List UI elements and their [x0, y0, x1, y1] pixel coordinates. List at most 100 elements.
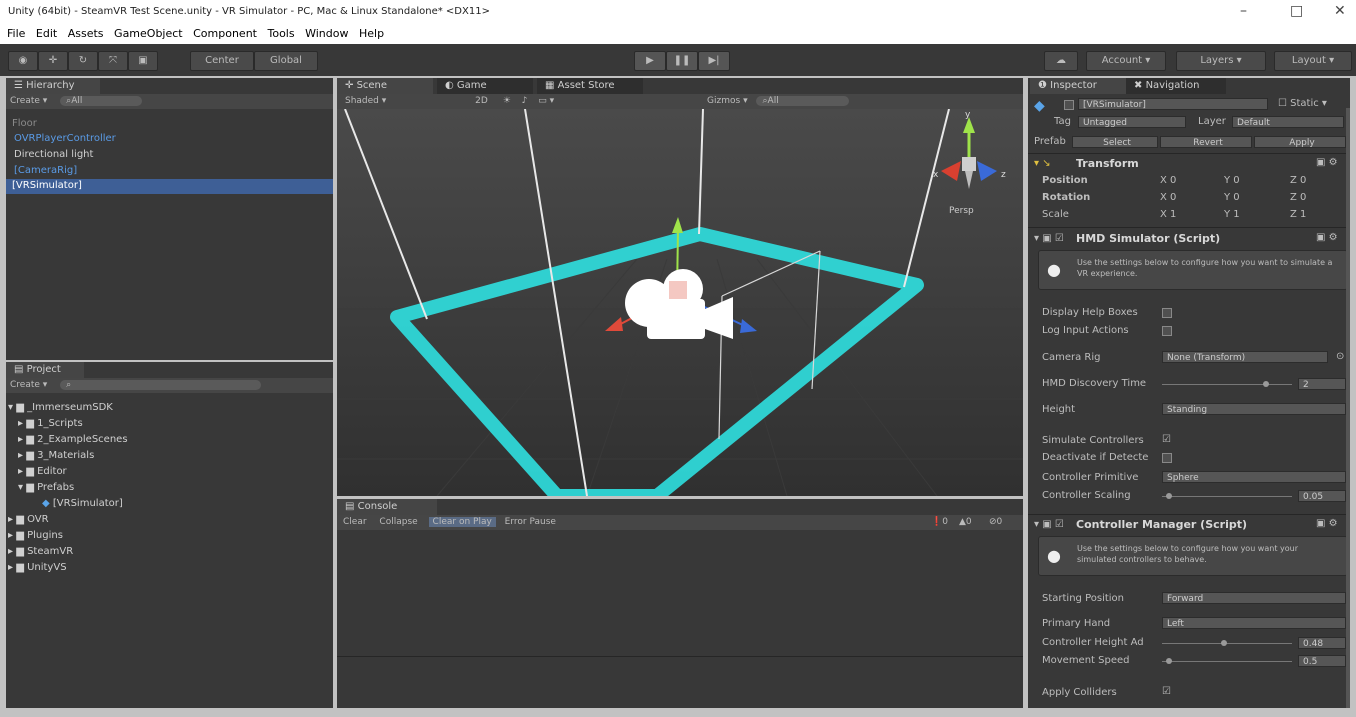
project-folder-editor[interactable]: ▸ ▆ Editor: [18, 466, 67, 477]
tab-asset-store[interactable]: ▦ Asset Store: [537, 78, 643, 94]
move-tool-icon[interactable]: ✛: [38, 51, 68, 71]
hierarchy-item-directional-light[interactable]: Directional light: [14, 149, 93, 160]
hierarchy-item-camerarig[interactable]: [CameraRig]: [14, 165, 77, 176]
scale-x[interactable]: X 1: [1160, 209, 1176, 220]
console-clear-on-play-button[interactable]: Clear on Play: [428, 517, 496, 527]
primary-hand-dropdown[interactable]: Left: [1162, 617, 1346, 629]
audio-toggle-icon[interactable]: ♪: [522, 96, 528, 106]
project-prefab-vrsimulator[interactable]: ◆ [VRSimulator]: [42, 498, 123, 509]
menu-component[interactable]: Component: [193, 27, 257, 40]
pivot-center-button[interactable]: Center: [190, 51, 254, 71]
controller-manager-title[interactable]: Controller Manager (Script): [1076, 518, 1247, 531]
movement-speed-value[interactable]: 0.5: [1298, 655, 1346, 667]
tag-dropdown[interactable]: Untagged: [1078, 116, 1186, 128]
account-dropdown[interactable]: Account ▾: [1086, 51, 1166, 71]
controller-height-slider[interactable]: [1162, 643, 1292, 644]
transform-title[interactable]: Transform: [1076, 157, 1139, 170]
scale-y[interactable]: Y 1: [1224, 209, 1240, 220]
pivot-global-button[interactable]: Global: [254, 51, 318, 71]
hierarchy-create-button[interactable]: Create ▾: [10, 96, 47, 106]
menu-gameobject[interactable]: GameObject: [114, 27, 183, 40]
shading-dropdown[interactable]: Shaded ▾: [345, 96, 386, 106]
console-error-count[interactable]: ⊘0: [989, 515, 1002, 530]
apply-colliders-checkbox[interactable]: ☑: [1162, 686, 1171, 697]
lighting-toggle-icon[interactable]: ☀: [503, 96, 511, 106]
project-folder-steamvr[interactable]: ▸ ▆ SteamVR: [8, 546, 73, 557]
rotation-z[interactable]: Z 0: [1290, 192, 1306, 203]
inspector-scrollbar[interactable]: [1346, 108, 1350, 708]
log-input-checkbox[interactable]: [1162, 326, 1172, 336]
transform-settings-icon[interactable]: ▣ ⚙: [1316, 157, 1338, 168]
close-icon[interactable]: ✕: [1334, 3, 1346, 19]
project-folder-immerseumsdk[interactable]: ▾ ▆ _ImmerseumSDK: [8, 402, 113, 413]
layout-dropdown[interactable]: Layout ▾: [1274, 51, 1352, 71]
pause-icon[interactable]: ❚❚: [666, 51, 698, 71]
deactivate-checkbox[interactable]: [1162, 453, 1172, 463]
controller-height-knob[interactable]: [1221, 640, 1228, 646]
rotate-tool-icon[interactable]: ↻: [68, 51, 98, 71]
effects-dropdown-icon[interactable]: ▭ ▾: [538, 96, 554, 106]
project-folder-examplescenes[interactable]: ▸ ▆ 2_ExampleScenes: [18, 434, 128, 445]
tab-hierarchy[interactable]: ☰ Hierarchy: [6, 78, 100, 94]
prefab-revert-button[interactable]: Revert: [1160, 136, 1252, 148]
prefab-apply-button[interactable]: Apply: [1254, 136, 1346, 148]
console-collapse-button[interactable]: Collapse: [379, 517, 417, 527]
controller-scaling-slider[interactable]: [1162, 496, 1292, 497]
project-search-input[interactable]: ⌕: [60, 380, 262, 390]
hierarchy-selection-row[interactable]: [VRSimulator]: [6, 179, 333, 194]
project-folder-prefabs[interactable]: ▾ ▆ Prefabs: [18, 482, 74, 493]
object-picker-icon[interactable]: ⊙: [1336, 351, 1344, 362]
tab-project[interactable]: ▤ Project: [6, 362, 84, 378]
mode-2d-toggle[interactable]: 2D: [475, 96, 488, 106]
tab-navigation[interactable]: ✖ Navigation: [1126, 78, 1226, 94]
starting-position-dropdown[interactable]: Forward: [1162, 592, 1346, 604]
camera-rig-field[interactable]: None (Transform): [1162, 351, 1328, 363]
tab-inspector[interactable]: ❶ Inspector: [1030, 78, 1130, 94]
hmd-discovery-value[interactable]: 2: [1298, 378, 1346, 390]
hmd-simulator-title[interactable]: HMD Simulator (Script): [1076, 232, 1220, 245]
gizmos-dropdown[interactable]: Gizmos ▾: [707, 96, 748, 106]
gameobject-name-field[interactable]: [VRSimulator]: [1078, 98, 1268, 110]
menu-edit[interactable]: Edit: [36, 27, 57, 40]
menu-window[interactable]: Window: [305, 27, 348, 40]
project-folder-ovr[interactable]: ▸ ▆ OVR: [8, 514, 49, 525]
menu-assets[interactable]: Assets: [68, 27, 104, 40]
prefab-select-button[interactable]: Select: [1072, 136, 1158, 148]
menu-tools[interactable]: Tools: [268, 27, 295, 40]
menu-file[interactable]: File: [7, 27, 25, 40]
rotation-x[interactable]: X 0: [1160, 192, 1176, 203]
layers-dropdown[interactable]: Layers ▾: [1176, 51, 1266, 71]
movement-speed-knob[interactable]: [1165, 658, 1172, 664]
controller-scaling-knob[interactable]: [1165, 493, 1172, 499]
rect-tool-icon[interactable]: ▣: [128, 51, 158, 71]
controller-scaling-value[interactable]: 0.05: [1298, 490, 1346, 502]
tab-console[interactable]: ▤ Console: [337, 499, 437, 515]
display-help-checkbox[interactable]: [1162, 308, 1172, 318]
play-icon[interactable]: ▶: [634, 51, 666, 71]
hmd-settings-icon[interactable]: ▣ ⚙: [1316, 232, 1338, 243]
rotation-y[interactable]: Y 0: [1224, 192, 1240, 203]
scale-z[interactable]: Z 1: [1290, 209, 1306, 220]
controller-primitive-dropdown[interactable]: Sphere: [1162, 471, 1346, 483]
projection-persp-label[interactable]: Persp: [949, 206, 974, 216]
project-create-button[interactable]: Create ▾: [10, 380, 47, 390]
scene-search-input[interactable]: ⌕All: [756, 96, 849, 106]
hmd-discovery-slider[interactable]: [1162, 384, 1292, 385]
static-toggle[interactable]: ☐ Static ▾: [1278, 98, 1327, 109]
layer-dropdown[interactable]: Default: [1232, 116, 1344, 128]
controller-settings-icon[interactable]: ▣ ⚙: [1316, 518, 1338, 529]
position-x[interactable]: X 0: [1160, 175, 1176, 186]
project-folder-materials[interactable]: ▸ ▆ 3_Materials: [18, 450, 94, 461]
console-clear-button[interactable]: Clear: [343, 517, 367, 527]
position-z[interactable]: Z 0: [1290, 175, 1306, 186]
console-error-pause-button[interactable]: Error Pause: [505, 517, 556, 527]
gameobject-active-checkbox[interactable]: [1064, 100, 1074, 110]
hierarchy-search-input[interactable]: ⌕All: [60, 96, 143, 106]
project-folder-unityvs[interactable]: ▸ ▆ UnityVS: [8, 562, 67, 573]
minimize-icon[interactable]: –: [1240, 3, 1247, 19]
controller-height-value[interactable]: 0.48: [1298, 637, 1346, 649]
tab-game[interactable]: ◐ Game: [437, 78, 533, 94]
project-folder-scripts[interactable]: ▸ ▆ 1_Scripts: [18, 418, 83, 429]
movement-speed-slider[interactable]: [1162, 661, 1292, 662]
project-folder-plugins[interactable]: ▸ ▆ Plugins: [8, 530, 63, 541]
